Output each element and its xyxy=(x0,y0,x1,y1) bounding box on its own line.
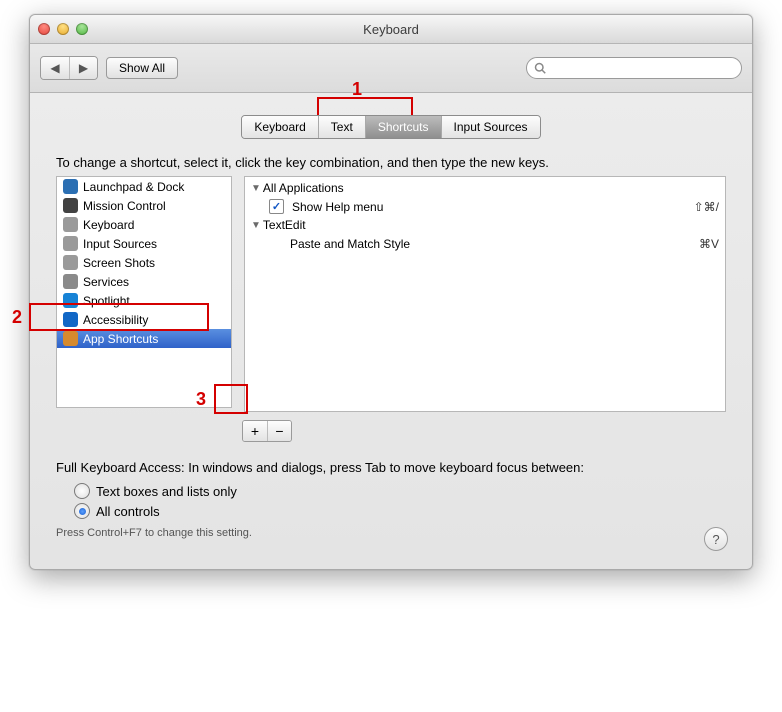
mission-control-icon xyxy=(63,198,78,213)
category-label: Input Sources xyxy=(83,237,157,251)
shortcut-row[interactable]: Paste and Match Style⌘V xyxy=(251,234,719,253)
category-keyboard[interactable]: Keyboard xyxy=(57,215,231,234)
shortcut-checkbox[interactable] xyxy=(269,199,284,214)
remove-button[interactable]: − xyxy=(267,421,291,441)
disclosure-triangle-icon: ▼ xyxy=(251,220,261,231)
category-spotlight[interactable]: Spotlight xyxy=(57,291,231,310)
tab-shortcuts[interactable]: Shortcuts xyxy=(365,116,441,138)
help-button[interactable]: ? xyxy=(704,527,728,551)
add-button[interactable]: + xyxy=(243,421,267,441)
full-keyboard-access-label: Full Keyboard Access: In windows and dia… xyxy=(56,460,726,475)
launchpad-icon xyxy=(63,179,78,194)
group-header[interactable]: ▼TextEdit xyxy=(251,216,719,234)
preferences-window: Keyboard ◀ ▶ Show All 1 2 3 KeyboardText… xyxy=(29,14,753,570)
tab-bar: KeyboardTextShortcutsInput Sources xyxy=(56,115,726,139)
category-label: App Shortcuts xyxy=(83,332,158,346)
disclosure-triangle-icon: ▼ xyxy=(251,183,261,194)
group-header[interactable]: ▼All Applications xyxy=(251,179,719,197)
fka-radio-all-controls[interactable]: All controls xyxy=(74,501,726,521)
input-sources-icon xyxy=(63,236,78,251)
category-label: Services xyxy=(83,275,129,289)
category-launchpad[interactable]: Launchpad & Dock xyxy=(57,177,231,196)
instruction-text: To change a shortcut, select it, click t… xyxy=(56,155,726,170)
category-services[interactable]: Services xyxy=(57,272,231,291)
shortcut-keys[interactable]: ⌘V xyxy=(699,237,719,251)
services-icon xyxy=(63,274,78,289)
search-icon xyxy=(534,62,546,74)
radio-label: All controls xyxy=(96,504,160,519)
category-list[interactable]: Launchpad & Dock Mission Control Keyboard I… xyxy=(56,176,232,408)
annotation-2-label: 2 xyxy=(12,307,22,328)
shortcut-label: Show Help menu xyxy=(292,200,694,214)
radio-button[interactable] xyxy=(74,503,90,519)
radio-label: Text boxes and lists only xyxy=(96,484,237,499)
category-label: Screen Shots xyxy=(83,256,155,270)
category-screen-shots[interactable]: Screen Shots xyxy=(57,253,231,272)
shortcut-row[interactable]: Show Help menu⇧⌘/ xyxy=(251,197,719,216)
tab-keyboard[interactable]: Keyboard xyxy=(242,116,317,138)
nav-back-forward: ◀ ▶ xyxy=(40,56,98,80)
group-name: TextEdit xyxy=(263,218,306,232)
category-accessibility[interactable]: Accessibility xyxy=(57,310,231,329)
search-field[interactable] xyxy=(526,57,742,79)
shortcut-list[interactable]: ▼All ApplicationsShow Help menu⇧⌘/▼TextE… xyxy=(244,176,726,412)
toolbar: ◀ ▶ Show All xyxy=(30,44,752,93)
forward-button[interactable]: ▶ xyxy=(69,57,97,79)
keyboard-icon xyxy=(63,217,78,232)
window-title: Keyboard xyxy=(30,22,752,37)
titlebar: Keyboard xyxy=(30,15,752,44)
category-input-sources[interactable]: Input Sources xyxy=(57,234,231,253)
show-all-button[interactable]: Show All xyxy=(106,57,178,79)
group-name: All Applications xyxy=(263,181,344,195)
app-shortcuts-icon xyxy=(63,331,78,346)
search-input[interactable] xyxy=(550,60,734,76)
category-label: Mission Control xyxy=(83,199,166,213)
spotlight-icon xyxy=(63,293,78,308)
category-label: Launchpad & Dock xyxy=(83,180,184,194)
tab-input-sources[interactable]: Input Sources xyxy=(441,116,540,138)
category-mission-control[interactable]: Mission Control xyxy=(57,196,231,215)
tab-text[interactable]: Text xyxy=(318,116,365,138)
category-label: Spotlight xyxy=(83,294,130,308)
shortcut-label: Paste and Match Style xyxy=(290,237,699,251)
category-label: Keyboard xyxy=(83,218,134,232)
back-button[interactable]: ◀ xyxy=(41,57,69,79)
category-app-shortcuts[interactable]: App Shortcuts xyxy=(57,329,231,348)
category-label: Accessibility xyxy=(83,313,148,327)
accessibility-icon xyxy=(63,312,78,327)
fka-radio-text-boxes-and-lists-only[interactable]: Text boxes and lists only xyxy=(74,481,726,501)
shortcut-keys[interactable]: ⇧⌘/ xyxy=(694,200,719,214)
fka-hint: Press Control+F7 to change this setting. xyxy=(56,527,726,539)
screen-shots-icon xyxy=(63,255,78,270)
radio-button[interactable] xyxy=(74,483,90,499)
